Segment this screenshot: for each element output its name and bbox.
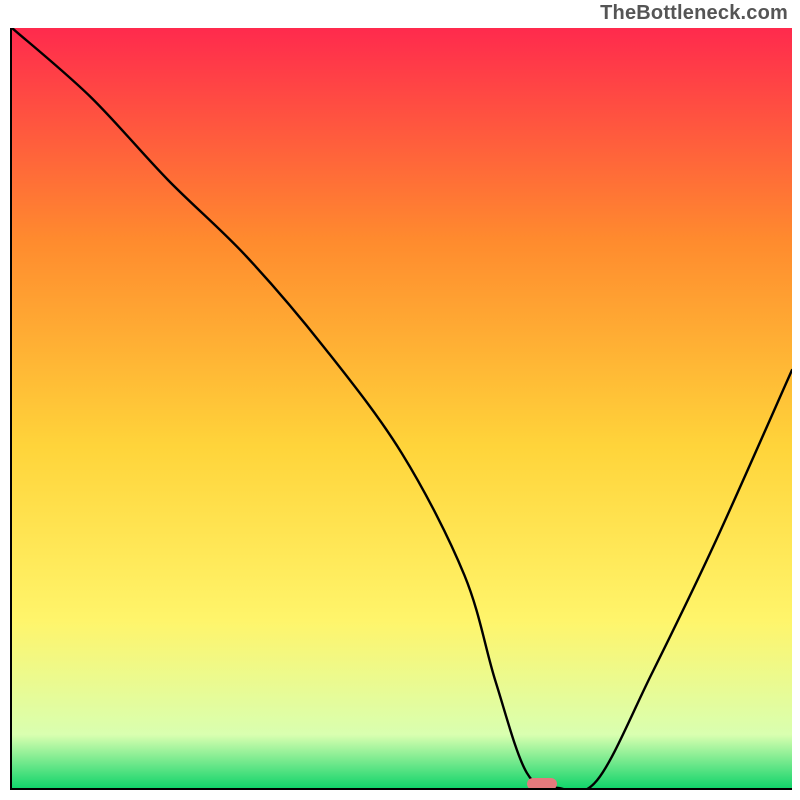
chart-svg (12, 28, 792, 788)
chart-container: TheBottleneck.com (0, 0, 800, 800)
optimum-marker (527, 778, 557, 790)
watermark-text: TheBottleneck.com (600, 2, 788, 25)
gradient-background (12, 28, 792, 788)
plot-area (10, 28, 792, 790)
